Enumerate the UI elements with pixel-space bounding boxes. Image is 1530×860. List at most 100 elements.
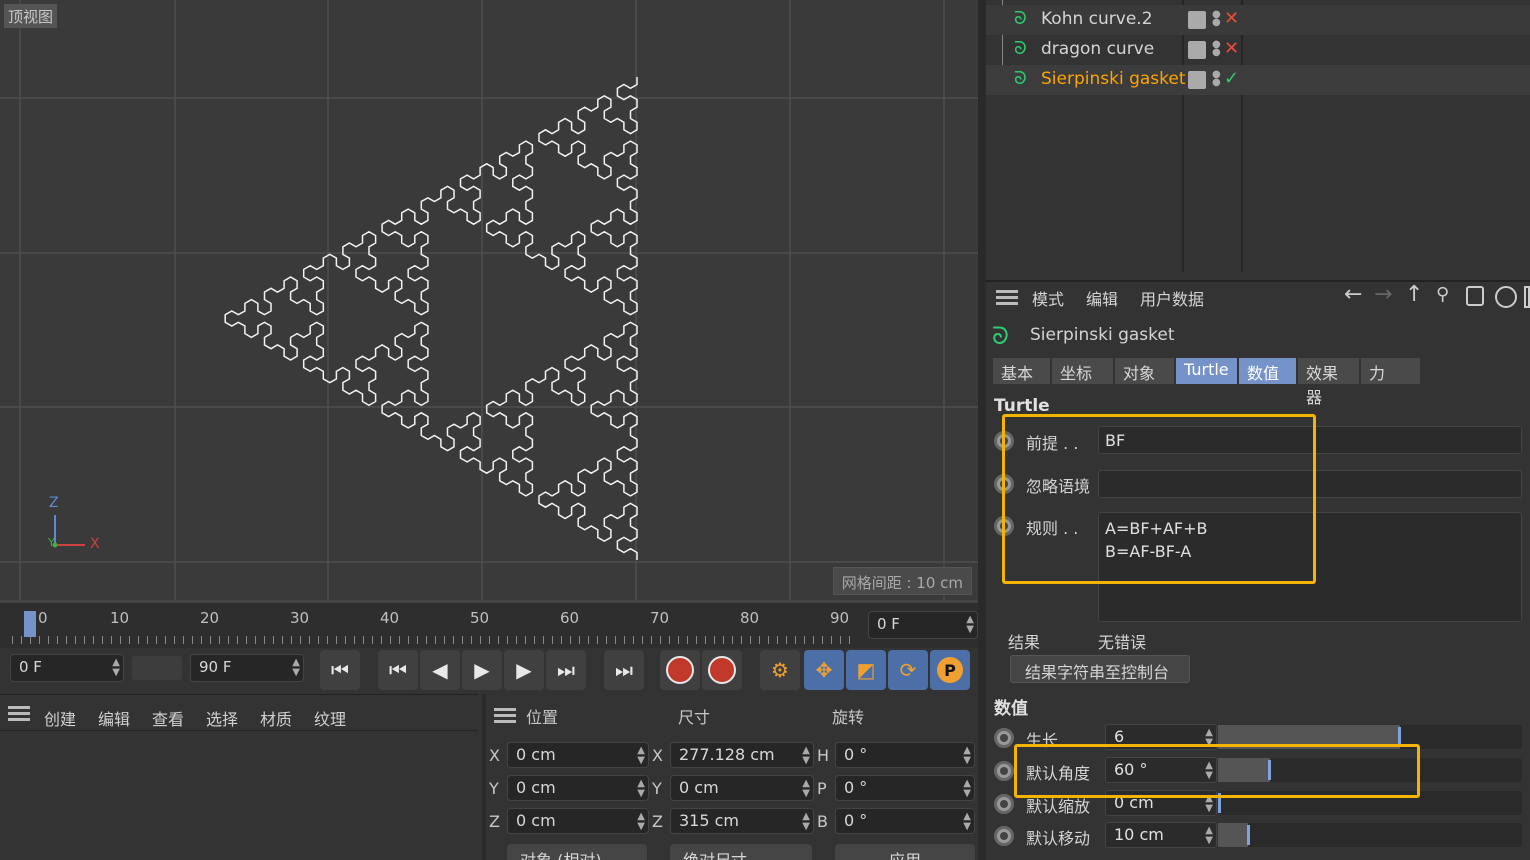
search-icon[interactable]: ⚲ — [1436, 284, 1449, 305]
tab-turtle[interactable]: Turtle — [1176, 358, 1238, 384]
visibility-dots-icon[interactable]: ● ● — [1212, 70, 1221, 88]
rotate-key-button[interactable]: ⟳ — [888, 650, 928, 690]
spin-arrows-icon[interactable]: ▲ ▼ — [963, 812, 971, 832]
hamburger-menu-icon[interactable] — [996, 290, 1018, 306]
tab-effector[interactable]: 效果器 — [1298, 358, 1360, 407]
object-manager[interactable]: ᘐ Kohn curve.2 ● ● ✕ ᘐ dragon curve ● ● ✕ … — [986, 0, 1530, 272]
back-arrow-icon[interactable]: ← — [1344, 282, 1362, 307]
previous-frame-button[interactable]: ◀ — [420, 650, 460, 690]
play-button[interactable]: ▶ — [462, 650, 502, 690]
previous-key-button[interactable]: ⏮ — [378, 650, 418, 690]
start-frame-field[interactable]: 0 F ▲ ▼ — [10, 654, 124, 682]
lock-icon[interactable] — [1466, 286, 1484, 306]
menu-material[interactable]: 材质 — [260, 706, 292, 730]
menu-create[interactable]: 创建 — [44, 706, 76, 730]
spin-arrows-icon[interactable]: ▲ ▼ — [637, 746, 645, 766]
scale-key-button[interactable]: ◩ — [846, 650, 886, 690]
move-field[interactable]: 10 cm ▲ ▼ — [1105, 822, 1217, 848]
attr-menu-edit[interactable]: 编辑 — [1086, 286, 1118, 310]
panel-splitter[interactable] — [978, 0, 986, 860]
attr-menu-userdata[interactable]: 用户数据 — [1140, 286, 1204, 310]
pos-y-field[interactable]: 0 cm ▲ ▼ — [507, 775, 649, 801]
apply-button[interactable]: 应用 — [835, 844, 975, 860]
edit-toggle-icon[interactable] — [1188, 11, 1206, 29]
object-row[interactable]: ᘐ dragon curve ● ● ✕ — [986, 35, 1530, 65]
range-slider[interactable] — [132, 656, 182, 680]
spin-arrows-icon[interactable]: ▲ ▼ — [802, 779, 810, 799]
tab-object[interactable]: 对象 — [1115, 358, 1175, 384]
spin-arrows-icon[interactable]: ▲ ▼ — [802, 746, 810, 766]
object-name[interactable]: Sierpinski gasket — [1041, 69, 1186, 89]
object-name[interactable]: Kohn curve.2 — [1041, 9, 1153, 29]
disabled-x-icon[interactable]: ✕ — [1224, 8, 1239, 29]
rot-h-field[interactable]: 0 ° ▲ ▼ — [835, 742, 975, 768]
new-panel-icon[interactable] — [1524, 286, 1530, 308]
viewport-top[interactable]: 顶视图 Z X Y 网格间距 : 10 cm — [0, 0, 978, 600]
next-key-button[interactable]: ⏭ — [546, 650, 586, 690]
edit-toggle-icon[interactable] — [1188, 71, 1206, 89]
spin-arrows-icon[interactable]: ▲ ▼ — [1205, 826, 1213, 846]
rot-p-field[interactable]: 0 ° ▲ ▼ — [835, 775, 975, 801]
menu-edit[interactable]: 编辑 — [98, 706, 130, 730]
keyframe-selection-button[interactable]: ⚙ — [760, 650, 800, 690]
timeline-ruler[interactable] — [12, 636, 857, 644]
spin-arrows-icon[interactable]: ▲ ▼ — [966, 615, 974, 635]
timeline[interactable]: 0 10 20 30 40 50 60 70 80 90 0 F ▲ ▼ — [0, 600, 978, 648]
hamburger-menu-icon[interactable] — [494, 708, 516, 724]
object-name[interactable]: dragon curve — [1041, 39, 1154, 59]
pos-z-field[interactable]: 0 cm ▲ ▼ — [507, 808, 649, 834]
size-z-field[interactable]: 315 cm ▲ ▼ — [670, 808, 814, 834]
viewport-title[interactable]: 顶视图 — [4, 4, 58, 28]
keyframe-radio-icon[interactable] — [994, 794, 1014, 814]
move-key-button[interactable]: ✥ — [804, 650, 844, 690]
attr-menu-mode[interactable]: 模式 — [1032, 286, 1064, 310]
spin-arrows-icon[interactable]: ▲ ▼ — [292, 658, 300, 678]
forward-arrow-icon[interactable]: → — [1374, 282, 1392, 307]
result-to-console-button[interactable]: 结果字符串至控制台 — [1010, 655, 1190, 683]
enabled-check-icon[interactable]: ✓ — [1224, 68, 1239, 89]
go-to-start-button[interactable]: ⏮ — [320, 650, 360, 690]
keyframe-radio-icon[interactable] — [994, 761, 1014, 781]
spin-arrows-icon[interactable]: ▲ ▼ — [112, 658, 120, 678]
go-to-end-button[interactable]: ⏭ — [604, 650, 644, 690]
timeline-playhead[interactable] — [24, 611, 36, 637]
object-row[interactable]: ᘐ Kohn curve.2 ● ● ✕ — [986, 5, 1530, 35]
spin-arrows-icon[interactable]: ▲ ▼ — [637, 812, 645, 832]
hamburger-menu-icon[interactable] — [8, 706, 30, 722]
spin-arrows-icon[interactable]: ▲ ▼ — [637, 779, 645, 799]
keyframe-radio-icon[interactable] — [994, 728, 1014, 748]
param-key-button[interactable]: P — [930, 650, 970, 690]
menu-view[interactable]: 查看 — [152, 706, 184, 730]
disabled-x-icon[interactable]: ✕ — [1224, 38, 1239, 59]
tab-values[interactable]: 数值 — [1239, 358, 1297, 384]
edit-toggle-icon[interactable] — [1188, 41, 1206, 59]
end-frame-field[interactable]: 90 F ▲ ▼ — [190, 654, 304, 682]
move-slider-handle[interactable] — [1247, 825, 1250, 845]
size-mode-select[interactable]: 绝对尺寸 — [670, 844, 812, 860]
visibility-dots-icon[interactable]: ● ● — [1212, 40, 1221, 58]
spin-arrows-icon[interactable]: ▲ ▼ — [963, 746, 971, 766]
current-frame-field[interactable]: 0 F ▲ ▼ — [868, 611, 978, 639]
menu-texture[interactable]: 纹理 — [314, 706, 346, 730]
coord-mode-select[interactable]: 对象 (相对) — [507, 844, 647, 860]
rot-b-field[interactable]: 0 ° ▲ ▼ — [835, 808, 975, 834]
tab-coord[interactable]: 坐标 — [1052, 358, 1114, 384]
move-slider[interactable] — [1218, 823, 1522, 847]
record-button[interactable] — [660, 650, 700, 690]
visibility-dots-icon[interactable]: ● ● — [1212, 10, 1221, 28]
autokey-button[interactable] — [702, 650, 742, 690]
next-frame-button[interactable]: ▶ — [504, 650, 544, 690]
move-icon: ✥ — [815, 658, 833, 682]
up-arrow-icon[interactable]: ↑ — [1405, 282, 1423, 307]
pos-x-field[interactable]: 0 cm ▲ ▼ — [507, 742, 649, 768]
target-icon[interactable] — [1495, 286, 1517, 308]
tab-basic[interactable]: 基本 — [993, 358, 1051, 384]
spin-arrows-icon[interactable]: ▲ ▼ — [963, 779, 971, 799]
spin-arrows-icon[interactable]: ▲ ▼ — [802, 812, 810, 832]
keyframe-radio-icon[interactable] — [994, 826, 1014, 846]
menu-select[interactable]: 选择 — [206, 706, 238, 730]
size-y-field[interactable]: 0 cm ▲ ▼ — [670, 775, 814, 801]
tab-force[interactable]: 力 — [1361, 358, 1421, 384]
size-x-field[interactable]: 277.128 cm ▲ ▼ — [670, 742, 814, 768]
object-row-selected[interactable]: ᘐ Sierpinski gasket ● ● ✓ — [986, 65, 1530, 95]
